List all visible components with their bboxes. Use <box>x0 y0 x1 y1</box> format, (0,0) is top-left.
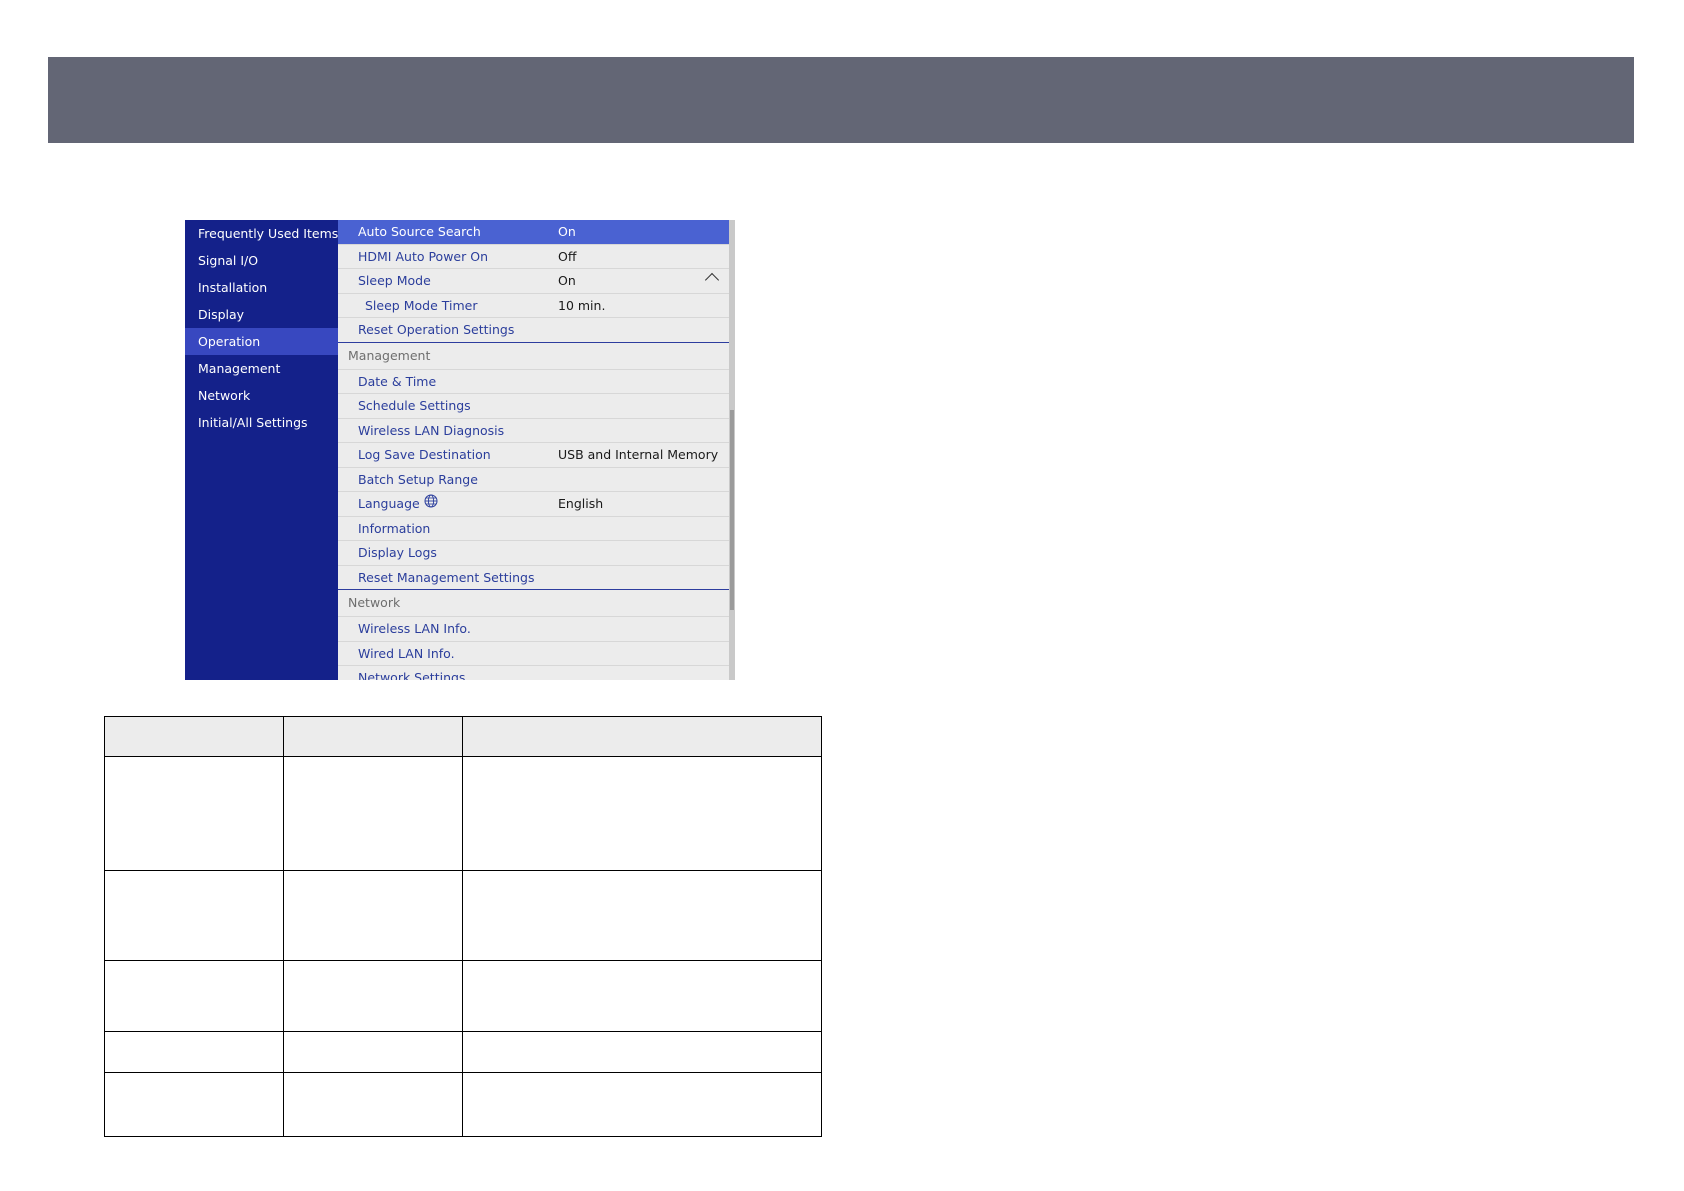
menu-row-date-time[interactable]: Date & Time <box>338 370 729 394</box>
sidebar-item-installation[interactable]: Installation <box>185 274 338 301</box>
table-cell <box>462 870 822 961</box>
menu-row-reset-operation-settings[interactable]: Reset Operation Settings <box>338 318 729 343</box>
menu-row-label: Display Logs <box>358 545 437 560</box>
table-header-row <box>104 716 822 757</box>
menu-row-reset-management-settings[interactable]: Reset Management Settings <box>338 566 729 590</box>
table-header-cell <box>104 716 284 757</box>
sidebar-item-display[interactable]: Display <box>185 301 338 328</box>
menu-row-wireless-lan-info[interactable]: Wireless LAN Info. <box>338 617 729 642</box>
menu-row-label: Wireless LAN Diagnosis <box>358 422 505 438</box>
menu-row-value: On <box>558 273 576 288</box>
menu-row-value: English <box>558 496 604 511</box>
table-cell <box>104 1031 284 1073</box>
globe-icon <box>424 492 438 516</box>
table-cell <box>283 870 463 961</box>
menu-row-label-wrap: Language <box>358 492 438 516</box>
chevron-up-icon[interactable] <box>704 272 720 288</box>
table-header-cell <box>283 716 463 757</box>
menu-row-value: On <box>558 224 576 239</box>
table-cell <box>283 1031 463 1073</box>
table-cell <box>104 960 284 1032</box>
menu-row-log-save-destination[interactable]: Log Save Destination USB and Internal Me… <box>338 443 729 468</box>
table-row <box>104 870 822 961</box>
menu-row-value: USB and Internal Memory <box>558 447 719 462</box>
table-row <box>104 960 822 1032</box>
table-cell <box>283 1072 463 1137</box>
menu-row-label: Language <box>358 496 420 511</box>
table-cell <box>283 960 463 1032</box>
scrollbar[interactable] <box>729 220 735 680</box>
table-cell <box>104 756 284 871</box>
sidebar-item-network[interactable]: Network <box>185 382 338 409</box>
menu-row-network-settings[interactable]: Network Settings <box>338 666 729 680</box>
menu-row-label: HDMI Auto Power On <box>358 248 488 264</box>
table-cell <box>462 756 822 871</box>
menu-row-label: Log Save Destination <box>358 447 491 462</box>
table-row <box>104 756 822 871</box>
table-cell <box>104 870 284 961</box>
menu-row-label: Date & Time <box>358 373 437 389</box>
info-table <box>104 716 822 1137</box>
menu-row-wireless-lan-diagnosis[interactable]: Wireless LAN Diagnosis <box>338 419 729 443</box>
menu-row-label: Information <box>358 520 431 536</box>
section-header-network: Network <box>338 590 729 617</box>
menu-row-label: Auto Source Search <box>358 224 481 239</box>
menu-row-sleep-mode[interactable]: Sleep Mode On <box>338 269 729 294</box>
menu-row-value: Off <box>558 248 577 264</box>
scrollbar-thumb[interactable] <box>730 410 734 610</box>
menu-row-label: Schedule Settings <box>358 398 471 413</box>
menu-row-label: Batch Setup Range <box>358 471 478 487</box>
menu-row-label: Wired LAN Info. <box>358 645 455 661</box>
sidebar-item-operation[interactable]: Operation <box>185 328 338 355</box>
sidebar: Frequently Used Items Signal I/O Install… <box>185 220 338 680</box>
menu-row-label: Reset Management Settings <box>358 569 535 585</box>
menu-row-wired-lan-info[interactable]: Wired LAN Info. <box>338 642 729 666</box>
sidebar-item-management[interactable]: Management <box>185 355 338 382</box>
section-header-management: Management <box>338 343 729 370</box>
menu-row-label: Sleep Mode <box>358 273 431 288</box>
menu-row-label: Sleep Mode Timer <box>365 297 478 313</box>
sidebar-item-signal-io[interactable]: Signal I/O <box>185 247 338 274</box>
menu-row-batch-setup-range[interactable]: Batch Setup Range <box>338 468 729 492</box>
menu-row-display-logs[interactable]: Display Logs <box>338 541 729 566</box>
menu-row-sleep-mode-timer[interactable]: Sleep Mode Timer 10 min. <box>338 294 729 318</box>
table-cell <box>462 960 822 1032</box>
menu-row-hdmi-auto-power-on[interactable]: HDMI Auto Power On Off <box>338 245 729 269</box>
menu-row-label: Wireless LAN Info. <box>358 621 471 636</box>
menu-row-language[interactable]: Language English <box>338 492 729 517</box>
menu-row-information[interactable]: Information <box>338 517 729 541</box>
menu-row-auto-source-search[interactable]: Auto Source Search On <box>338 220 729 245</box>
header-bar <box>48 57 1634 143</box>
menu-row-schedule-settings[interactable]: Schedule Settings <box>338 394 729 419</box>
table-cell <box>104 1072 284 1137</box>
sidebar-item-frequently-used-items[interactable]: Frequently Used Items <box>185 220 338 247</box>
menu-row-label: Reset Operation Settings <box>358 322 515 337</box>
table-cell <box>462 1072 822 1137</box>
table-header-cell <box>462 716 822 757</box>
table-cell <box>283 756 463 871</box>
sidebar-item-initial-all-settings[interactable]: Initial/All Settings <box>185 409 338 436</box>
table-cell <box>462 1031 822 1073</box>
settings-menu: Frequently Used Items Signal I/O Install… <box>185 220 735 680</box>
table-row <box>104 1072 822 1137</box>
settings-panel: Auto Source Search On HDMI Auto Power On… <box>338 220 729 680</box>
menu-row-value: 10 min. <box>558 297 606 313</box>
table-row <box>104 1031 822 1073</box>
menu-row-label: Network Settings <box>358 670 466 680</box>
